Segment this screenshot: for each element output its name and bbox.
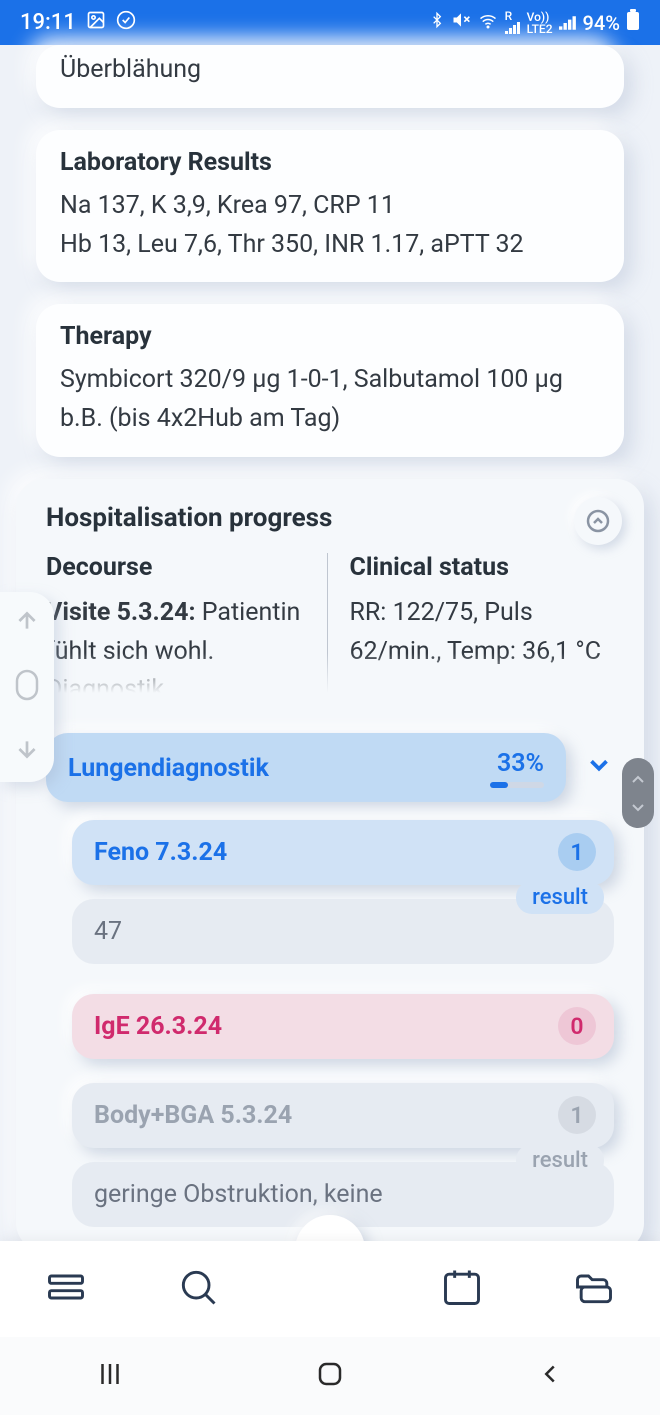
card-title: Therapy [60, 322, 600, 351]
diagnostic-item-bodybga[interactable]: Body+BGA 5.3.24 1 [72, 1083, 614, 1148]
diagnostic-item-title: Feno 7.3.24 [94, 838, 227, 867]
result-value: 47 [94, 917, 122, 946]
nav-home-icon[interactable] [315, 1359, 345, 1393]
count-badge: 1 [558, 833, 596, 871]
lte-label: Vo))LTE2 [527, 11, 553, 35]
android-nav-bar [0, 1337, 660, 1415]
col-title: Decourse [46, 553, 311, 582]
gallery-icon [86, 10, 106, 36]
card-lab-results: Laboratory Results Na 137, K 3,9, Krea 9… [36, 130, 624, 283]
card-therapy: Therapy Symbicort 320/9 µg 1-0-1, Salbut… [36, 304, 624, 457]
diagnostic-group-title: Lungendiagnostik [68, 754, 269, 783]
diagnostic-item-ige[interactable]: IgE 26.3.24 0 [72, 994, 614, 1059]
collapse-button[interactable] [574, 497, 622, 545]
lab-line-2: Hb 13, Leu 7,6, Thr 350, INR 1.17, aPTT … [60, 226, 600, 265]
visit-label: Visite 5.3.24: [46, 598, 196, 627]
chevron-down-icon[interactable] [584, 750, 614, 784]
count-badge: 1 [558, 1096, 596, 1134]
section-hospitalisation-progress: Hospitalisation progress Decourse Visite… [16, 479, 644, 1251]
result-tag: result [516, 1144, 604, 1177]
scroll-handle[interactable] [622, 758, 654, 828]
diagnostic-item-title: IgE 26.3.24 [94, 1012, 222, 1041]
app-tabbar [0, 1241, 660, 1337]
tab-folders-icon[interactable] [572, 1265, 616, 1313]
lab-line-1: Na 137, K 3,9, Krea 97, CRP 11 [60, 187, 600, 226]
col-title: Clinical status [350, 553, 615, 582]
arrow-up-icon[interactable] [14, 608, 40, 638]
mute-icon [451, 10, 471, 35]
card-title: Laboratory Results [60, 148, 600, 177]
android-status-bar: 19:11 R Vo))LTE2 94% [0, 0, 660, 45]
tab-search-icon[interactable] [176, 1265, 220, 1313]
count-badge: 0 [558, 1007, 596, 1045]
tab-calendar-icon[interactable] [440, 1265, 484, 1313]
side-nav[interactable] [0, 592, 54, 782]
column-decourse: Decourse Visite 5.3.24: Patientin fühlt … [46, 553, 327, 693]
diagnostic-percent: 33% [490, 749, 544, 778]
battery-icon [626, 9, 640, 36]
check-circle-icon [116, 10, 136, 36]
nav-recent-icon[interactable] [95, 1359, 125, 1393]
diagnostic-result-feno: result 47 [72, 899, 614, 964]
bluetooth-icon [429, 10, 445, 35]
column-clinical-status: Clinical status RR: 122/75, Puls 62/min.… [327, 553, 615, 693]
battery-percent: 94% [583, 11, 620, 35]
diagnostic-item-title: Body+BGA 5.3.24 [94, 1101, 292, 1130]
diagnostic-item-feno[interactable]: Feno 7.3.24 1 [72, 820, 614, 885]
result-tag: result [516, 881, 604, 914]
card-auscultation: Überblähung [36, 45, 624, 108]
current-page-indicator [14, 668, 40, 706]
wifi-icon [477, 11, 499, 35]
result-value: geringe Obstruktion, keine [94, 1180, 383, 1209]
clinical-body: RR: 122/75, Puls 62/min., Temp: 36,1 °C [350, 594, 615, 672]
signal-icon [559, 11, 577, 35]
diagnostic-group-lungendiagnostik[interactable]: Lungendiagnostik 33% [46, 733, 566, 802]
card-auscultation-body: Überblähung [60, 51, 600, 90]
tab-list-icon[interactable] [44, 1265, 88, 1313]
arrow-down-icon[interactable] [14, 736, 40, 766]
nav-back-icon[interactable] [535, 1359, 565, 1393]
therapy-body: Symbicort 320/9 µg 1-0-1, Salbutamol 100… [60, 361, 600, 439]
signal-roaming-icon: R [505, 10, 521, 36]
status-time: 19:11 [20, 10, 76, 35]
section-title: Hospitalisation progress [46, 503, 614, 533]
